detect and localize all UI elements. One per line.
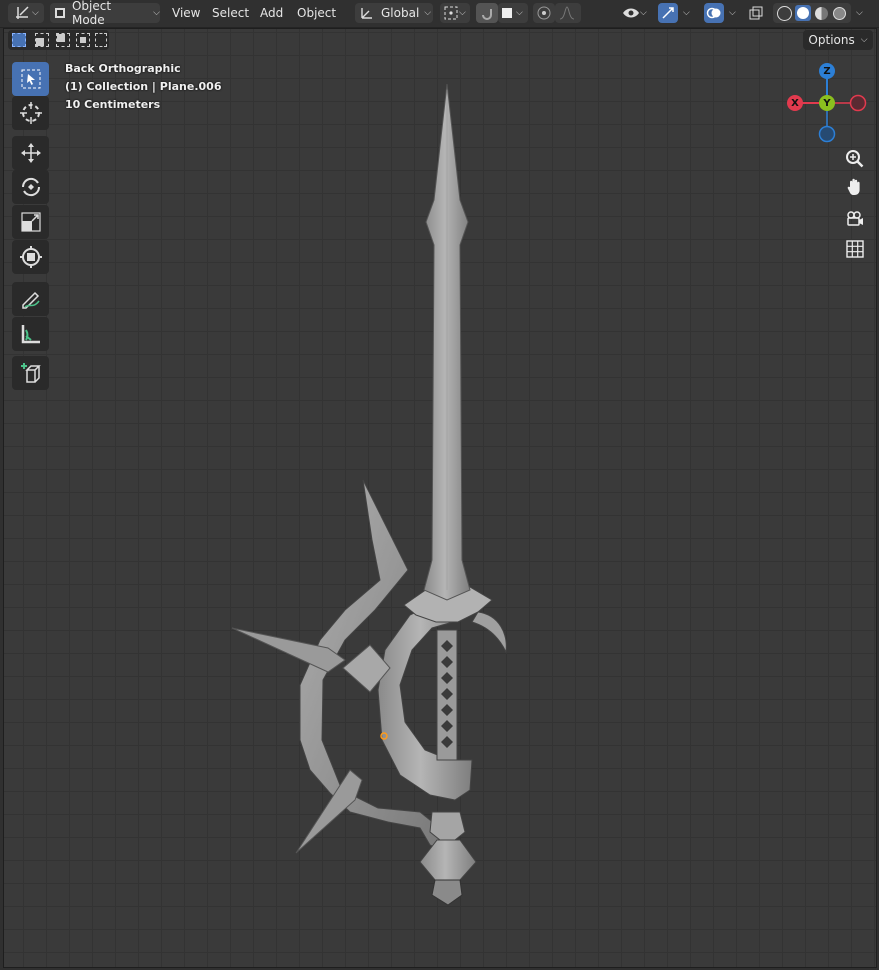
sword-model[interactable] — [0, 0, 879, 970]
